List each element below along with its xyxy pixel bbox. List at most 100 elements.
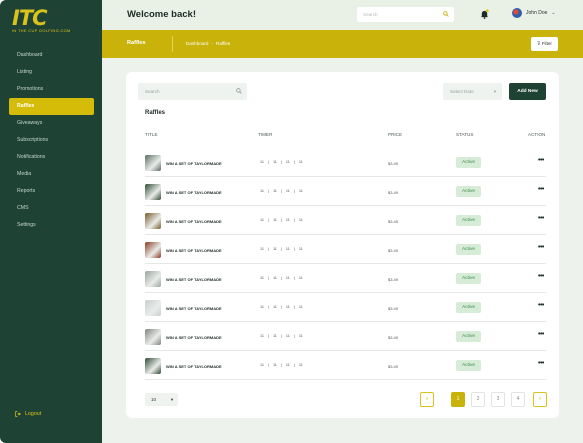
breadcrumb-dashboard[interactable]: Dashboard bbox=[186, 41, 208, 46]
header-search-placeholder: Search bbox=[363, 12, 378, 17]
brand-logo[interactable]: ITC IN THE CUP GOLFING.COM bbox=[12, 6, 70, 37]
user-menu[interactable]: John Doe ⌄ bbox=[512, 8, 556, 18]
raffle-title[interactable]: WIN A SET OF TAYLORMADE bbox=[166, 364, 222, 369]
raffle-thumbnail bbox=[145, 242, 161, 258]
raffle-price: $3.49 bbox=[388, 190, 399, 195]
timer-hours: 11 bbox=[272, 247, 277, 251]
main-area: Welcome back! Search John Doe ⌄ Raffles … bbox=[102, 0, 583, 443]
timer-separator: | bbox=[267, 218, 269, 222]
pagination: « 1 2 3 4 » bbox=[420, 392, 547, 408]
sidebar: ITC IN THE CUP GOLFING.COM Dashboard List… bbox=[0, 0, 102, 443]
raffle-timer: 11 | 11 | 11 | 11 bbox=[260, 305, 303, 309]
sidebar-item-settings[interactable]: Settings bbox=[9, 217, 94, 234]
sidebar-item-giveaways[interactable]: Giveaways bbox=[9, 115, 94, 132]
logo-subtext: IN THE CUP GOLFING.COM bbox=[12, 28, 71, 33]
per-page-select[interactable]: 10 ▼ bbox=[145, 393, 178, 406]
raffle-title[interactable]: WIN A SET OF TAYLORMADE bbox=[166, 190, 222, 195]
table-row[interactable]: WIN A SET OF TAYLORMADE 11 | 11 | 11 | 11 $3.49 A… bbox=[145, 293, 546, 322]
more-actions-icon[interactable]: ••• bbox=[538, 215, 544, 222]
more-actions-icon[interactable]: ••• bbox=[538, 157, 544, 164]
timer-separator: | bbox=[280, 363, 282, 367]
header-search-input[interactable]: Search bbox=[357, 7, 454, 22]
timer-seconds: 11 bbox=[298, 334, 303, 338]
timer-hours: 11 bbox=[272, 363, 277, 367]
table-row[interactable]: WIN A SET OF TAYLORMADE 11 | 11 | 11 | 11 $3.49 A… bbox=[145, 148, 546, 177]
more-actions-icon[interactable]: ••• bbox=[538, 244, 544, 251]
raffle-timer: 11 | 11 | 11 | 11 bbox=[260, 276, 303, 280]
timer-days: 11 bbox=[260, 160, 264, 164]
page-button[interactable]: 2 bbox=[471, 392, 485, 407]
raffle-title[interactable]: WIN A SET OF TAYLORMADE bbox=[166, 306, 222, 311]
chevron-down-icon: ⌄ bbox=[551, 10, 556, 16]
raffle-price: $3.49 bbox=[388, 335, 399, 340]
raffle-title[interactable]: WIN A SET OF TAYLORMADE bbox=[166, 248, 222, 253]
sidebar-item-cms[interactable]: CMS bbox=[9, 200, 94, 217]
table-row[interactable]: WIN A SET OF TAYLORMADE 11 | 11 | 11 | 11 $3.45 A… bbox=[145, 206, 546, 235]
logo-text: ITC bbox=[12, 6, 48, 30]
raffle-price: $3.45 bbox=[388, 219, 399, 224]
more-actions-icon[interactable]: ••• bbox=[538, 186, 544, 193]
prev-page-button[interactable]: « bbox=[420, 392, 434, 407]
search-icon[interactable] bbox=[236, 88, 242, 94]
sidebar-item-dashboard[interactable]: Dashboard bbox=[9, 47, 94, 64]
notification-bell-icon[interactable] bbox=[480, 9, 489, 19]
search-icon[interactable] bbox=[443, 11, 449, 17]
next-page-button[interactable]: » bbox=[533, 392, 547, 407]
sidebar-item-raffles[interactable]: Raffles bbox=[9, 98, 94, 115]
logout-icon bbox=[15, 411, 21, 417]
page-button[interactable]: 1 bbox=[451, 392, 465, 407]
filter-icon: ⊽ bbox=[537, 41, 541, 46]
raffle-search-input[interactable]: Search bbox=[138, 83, 247, 100]
raffle-title[interactable]: WIN A SET OF TAYLORMADE bbox=[166, 277, 222, 282]
more-actions-icon[interactable]: ••• bbox=[538, 331, 544, 338]
timer-days: 11 bbox=[260, 189, 264, 193]
column-action: ACTION bbox=[528, 132, 546, 137]
page-button[interactable]: 3 bbox=[491, 392, 505, 407]
sidebar-item-media[interactable]: Media bbox=[9, 166, 94, 183]
add-new-button[interactable]: Add New bbox=[509, 83, 546, 100]
timer-minutes: 11 bbox=[285, 305, 290, 309]
timer-days: 11 bbox=[260, 218, 264, 222]
timer-separator: | bbox=[280, 218, 282, 222]
raffle-title[interactable]: WIN A SET OF TAYLORMADE bbox=[166, 219, 222, 224]
breadcrumb-raffles: Raffles bbox=[216, 41, 231, 46]
filter-button[interactable]: ⊽ Filter bbox=[531, 37, 558, 51]
sidebar-item-promotions[interactable]: Promotions bbox=[9, 81, 94, 98]
timer-seconds: 11 bbox=[298, 189, 303, 193]
timer-separator: | bbox=[267, 189, 269, 193]
status-badge: Active bbox=[456, 157, 481, 168]
raffle-timer: 11 | 11 | 11 | 11 bbox=[260, 247, 303, 251]
more-actions-icon[interactable]: ••• bbox=[538, 360, 544, 367]
sidebar-item-reports[interactable]: Reports bbox=[9, 183, 94, 200]
welcome-heading: Welcome back! bbox=[127, 9, 196, 20]
table-row[interactable]: WIN A SET OF TAYLORMADE 11 | 11 | 11 | 11 $3.49 A… bbox=[145, 177, 546, 206]
raffle-title[interactable]: WIN A SET OF TAYLORMADE bbox=[166, 161, 222, 166]
more-actions-icon[interactable]: ••• bbox=[538, 273, 544, 280]
page-button[interactable]: 4 bbox=[511, 392, 525, 407]
table-row[interactable]: WIN A SET OF TAYLORMADE 11 | 11 | 11 | 11 $3.49 A… bbox=[145, 235, 546, 264]
raffle-thumbnail bbox=[145, 271, 161, 287]
sidebar-item-listing[interactable]: Listing bbox=[9, 64, 94, 81]
status-badge: Active bbox=[456, 186, 481, 197]
table-row[interactable]: WIN A SET OF TAYLORMADE 11 | 11 | 11 | 11 $3.49 A… bbox=[145, 264, 546, 293]
timer-minutes: 11 bbox=[285, 334, 290, 338]
section-title: Raffles bbox=[145, 110, 166, 116]
raffle-timer: 11 | 11 | 11 | 11 bbox=[260, 334, 303, 338]
timer-separator: | bbox=[267, 160, 269, 164]
sidebar-item-subscriptions[interactable]: Subscriptions bbox=[9, 132, 94, 149]
table-row[interactable]: WIN A SET OF TAYLORMADE 11 | 11 | 11 | 11 $3.49 A… bbox=[145, 322, 546, 351]
more-actions-icon[interactable]: ••• bbox=[538, 302, 544, 309]
raffle-thumbnail bbox=[145, 155, 161, 171]
logout-button[interactable]: Logout bbox=[15, 411, 41, 417]
select-date-dropdown[interactable]: Select Date ▼ bbox=[443, 83, 502, 100]
raffle-price: $3.49 bbox=[388, 277, 399, 282]
raffle-title[interactable]: WIN A SET OF TAYLORMADE bbox=[166, 335, 222, 340]
timer-seconds: 11 bbox=[298, 247, 303, 251]
breadcrumb: Dashboard - Raffles bbox=[186, 41, 230, 46]
raffle-timer: 11 | 11 | 11 | 11 bbox=[260, 218, 303, 222]
sidebar-item-notifications[interactable]: Notifications bbox=[9, 149, 94, 166]
timer-separator: | bbox=[280, 334, 282, 338]
timer-days: 11 bbox=[260, 334, 264, 338]
table-row[interactable]: WIN A SET OF TAYLORMADE 11 | 11 | 11 | 11 $3.49 A… bbox=[145, 351, 546, 380]
timer-separator: | bbox=[293, 160, 295, 164]
